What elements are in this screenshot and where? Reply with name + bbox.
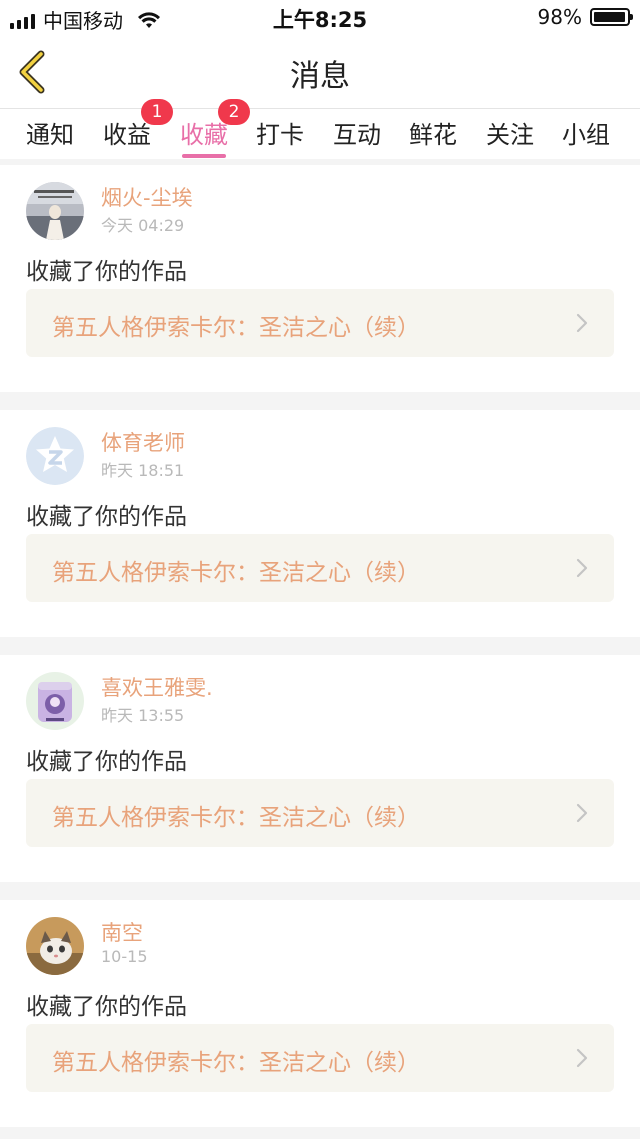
timestamp: 昨天 18:51 — [101, 461, 185, 480]
avatar[interactable] — [26, 672, 84, 730]
nav-bar: 消息 — [0, 34, 640, 109]
tab-label: 关注 — [486, 121, 534, 149]
action-text: 收藏了你的作品 — [26, 994, 187, 1020]
tab-notify[interactable]: 通知 — [26, 115, 74, 150]
avatar[interactable] — [26, 182, 84, 240]
tab-label: 小组 — [562, 121, 610, 149]
timestamp: 今天 04:29 — [101, 216, 185, 235]
work-title: 第五人格伊索卡尔：圣洁之心（续） — [52, 315, 420, 341]
unread-badge: 2 — [218, 99, 250, 125]
tab-interaction[interactable]: 互动 — [333, 115, 381, 150]
message-card: 喜欢王雅雯. 昨天 13:55 收藏了你的作品 第五人格伊索卡尔：圣洁之心（续） — [0, 655, 640, 882]
tab-bar: 通知 收益 1 收藏 2 打卡 互动 鲜花 关注 小组 — [0, 99, 640, 159]
status-bar: 中国移动 上午8:25 98% — [0, 0, 640, 34]
tab-label: 互动 — [333, 121, 381, 149]
message-card: 体育老师 昨天 18:51 收藏了你的作品 第五人格伊索卡尔：圣洁之心（续） — [0, 410, 640, 637]
tab-label: 收益 — [103, 121, 151, 149]
tab-label: 鲜花 — [409, 121, 457, 149]
active-tab-indicator — [182, 154, 226, 158]
tab-flowers[interactable]: 鲜花 — [409, 115, 457, 150]
chevron-right-icon — [576, 558, 588, 578]
battery-icon — [590, 8, 633, 26]
work-title: 第五人格伊索卡尔：圣洁之心（续） — [52, 560, 420, 586]
chevron-right-icon — [576, 803, 588, 823]
chevron-right-icon — [576, 1048, 588, 1068]
avatar-image — [26, 917, 84, 975]
avatar[interactable] — [26, 427, 84, 485]
action-text: 收藏了你的作品 — [26, 749, 187, 775]
user-name[interactable]: 烟火-尘埃 — [101, 182, 193, 212]
user-name[interactable]: 体育老师 — [101, 427, 185, 457]
status-right: 98% — [537, 5, 633, 29]
tab-label: 收藏 — [180, 121, 228, 149]
work-link[interactable]: 第五人格伊索卡尔：圣洁之心（续） — [26, 289, 614, 357]
user-name[interactable]: 南空 — [101, 917, 143, 947]
tab-label: 打卡 — [256, 121, 304, 149]
work-link[interactable]: 第五人格伊索卡尔：圣洁之心（续） — [26, 1024, 614, 1092]
action-text: 收藏了你的作品 — [26, 504, 187, 530]
user-name[interactable]: 喜欢王雅雯. — [101, 672, 213, 702]
timestamp: 10-15 — [101, 947, 148, 966]
unread-badge: 1 — [141, 99, 173, 125]
avatar-image — [26, 182, 84, 240]
battery-fill — [594, 12, 626, 22]
work-link[interactable]: 第五人格伊索卡尔：圣洁之心（续） — [26, 779, 614, 847]
timestamp: 昨天 13:55 — [101, 706, 185, 725]
tab-favorites[interactable]: 收藏 2 — [180, 99, 250, 158]
action-text: 收藏了你的作品 — [26, 259, 187, 285]
tab-label: 通知 — [26, 121, 74, 149]
avatar-image — [26, 672, 84, 730]
work-title: 第五人格伊索卡尔：圣洁之心（续） — [52, 805, 420, 831]
work-link[interactable]: 第五人格伊索卡尔：圣洁之心（续） — [26, 534, 614, 602]
tab-checkin[interactable]: 打卡 — [256, 115, 304, 150]
avatar[interactable] — [26, 917, 84, 975]
battery-percent: 98% — [537, 5, 582, 29]
tab-groups[interactable]: 小组 — [562, 115, 610, 150]
chevron-right-icon — [576, 313, 588, 333]
work-title: 第五人格伊索卡尔：圣洁之心（续） — [52, 1050, 420, 1076]
message-card: 烟火-尘埃 今天 04:29 收藏了你的作品 第五人格伊索卡尔：圣洁之心（续） — [0, 165, 640, 392]
default-avatar-icon — [26, 427, 84, 485]
page-title: 消息 — [290, 59, 350, 94]
tab-earnings[interactable]: 收益 1 — [103, 99, 173, 150]
tab-follow[interactable]: 关注 — [486, 115, 534, 150]
message-card: 南空 10-15 收藏了你的作品 第五人格伊索卡尔：圣洁之心（续） — [0, 900, 640, 1127]
